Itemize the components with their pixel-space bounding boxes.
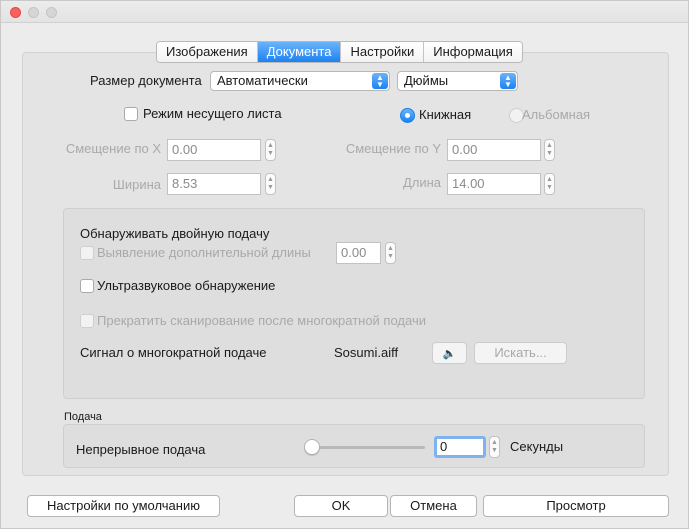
length-label: Длина <box>402 175 441 190</box>
width-stepper[interactable]: ▲ ▼ <box>265 173 276 195</box>
extra-length-field[interactable]: 0.00 <box>336 242 381 264</box>
offset-y-label: Смещение по Y <box>345 141 441 156</box>
width-label: Ширина <box>112 177 161 192</box>
extra-length-checkbox[interactable] <box>80 246 94 260</box>
document-size-popup[interactable]: Автоматически ▲ ▼ <box>210 71 390 91</box>
cancel-button[interactable]: Отмена <box>390 495 477 517</box>
extra-length-label: Выявление дополнительной длины <box>97 245 311 260</box>
extra-length-stepper[interactable]: ▲ ▼ <box>385 242 396 264</box>
seconds-unit-label: Секунды <box>510 439 564 454</box>
feed-section-title: Подача <box>64 411 102 423</box>
popup-arrows-icon: ▲ ▼ <box>372 73 388 89</box>
seconds-field[interactable]: 0 <box>434 436 486 458</box>
offset-x-stepper[interactable]: ▲ ▼ <box>265 139 276 161</box>
speaker-icon: 🔈 <box>442 348 457 360</box>
browse-button[interactable]: Искать... <box>474 342 567 364</box>
continuous-feed-label: Непрерывное подача <box>76 442 206 457</box>
scanner-settings-window: Изображения Документа Настройки Информац… <box>0 0 689 529</box>
multifeed-signal-label: Сигнал о многократной подаче <box>80 345 267 360</box>
ok-button[interactable]: OK <box>294 495 388 517</box>
preview-button[interactable]: Просмотр <box>483 495 669 517</box>
stop-scan-checkbox[interactable] <box>80 314 94 328</box>
offset-x-label: Смещение по X <box>65 141 161 156</box>
tab-images[interactable]: Изображения <box>157 42 258 62</box>
ultrasonic-checkbox[interactable] <box>80 279 94 293</box>
carrier-sheet-checkbox[interactable] <box>124 107 138 121</box>
document-size-label: Размер документа <box>90 73 202 88</box>
length-field[interactable]: 14.00 <box>447 173 541 195</box>
offset-y-stepper[interactable]: ▲ ▼ <box>544 139 555 161</box>
tab-document[interactable]: Документа <box>257 42 342 62</box>
units-value: Дюймы <box>404 73 449 88</box>
minimize-window-button[interactable] <box>28 7 39 18</box>
ultrasonic-label: Ультразвуковое обнаружение <box>97 278 276 293</box>
popup-arrows-icon: ▲ ▼ <box>500 73 516 89</box>
carrier-sheet-label: Режим несущего листа <box>143 106 282 121</box>
continuous-feed-slider-knob[interactable] <box>304 439 320 455</box>
close-window-button[interactable] <box>10 7 21 18</box>
tab-information[interactable]: Информация <box>424 42 522 62</box>
width-field[interactable]: 8.53 <box>167 173 261 195</box>
length-stepper[interactable]: ▲ ▼ <box>544 173 555 195</box>
double-feed-title: Обнаруживать двойную подачу <box>80 226 270 241</box>
play-sound-button[interactable]: 🔈 <box>432 342 467 364</box>
defaults-button[interactable]: Настройки по умолчанию <box>27 495 220 517</box>
zoom-window-button[interactable] <box>46 7 57 18</box>
sound-file-name: Sosumi.aiff <box>334 345 399 360</box>
landscape-label: Альбомная <box>522 107 591 122</box>
units-popup[interactable]: Дюймы ▲ ▼ <box>397 71 518 91</box>
document-size-value: Автоматически <box>217 73 308 88</box>
stop-scan-label: Прекратить сканирование после многократн… <box>97 313 426 328</box>
offset-x-field[interactable]: 0.00 <box>167 139 261 161</box>
seconds-stepper[interactable]: ▲ ▼ <box>489 436 500 458</box>
continuous-feed-slider-track[interactable] <box>310 446 425 449</box>
portrait-radio[interactable] <box>400 108 415 123</box>
offset-y-field[interactable]: 0.00 <box>447 139 541 161</box>
tab-bar: Изображения Документа Настройки Информац… <box>156 41 523 63</box>
portrait-label: Книжная <box>419 107 472 122</box>
title-bar <box>1 1 688 23</box>
tab-settings[interactable]: Настройки <box>341 42 425 62</box>
